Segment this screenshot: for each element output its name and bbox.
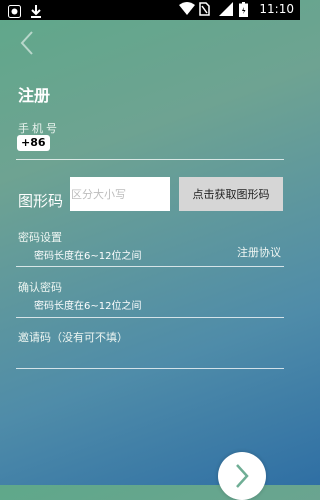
back-chevron-icon[interactable]: [18, 30, 40, 56]
phone-underline: [16, 159, 284, 160]
password-input[interactable]: 密码长度在6~12位之间: [34, 247, 141, 262]
confirm-password-label: 确认密码: [18, 281, 62, 294]
sim-icon: [199, 2, 213, 16]
signal-icon: [219, 2, 234, 16]
app-notification-icon: [8, 3, 22, 18]
page-title: 注册: [18, 86, 51, 105]
chevron-right-icon: [236, 464, 249, 488]
captcha-label: 图形码: [18, 192, 64, 210]
invite-underline: [16, 368, 284, 369]
confirm-password-underline: [16, 317, 284, 318]
password-label: 密码设置: [18, 231, 62, 244]
agreement-link[interactable]: 注册协议: [237, 244, 281, 260]
password-underline: [16, 266, 284, 267]
phone-label: 手机号: [18, 122, 60, 135]
status-bar: 11:10: [0, 0, 300, 20]
next-button[interactable]: [218, 452, 266, 500]
battery-icon: [239, 2, 253, 17]
confirm-password-input[interactable]: 密码长度在6~12位之间: [34, 297, 141, 312]
captcha-input[interactable]: [70, 177, 170, 211]
status-time: 11:10: [259, 2, 294, 16]
country-code-selector[interactable]: +86: [17, 135, 50, 151]
invite-code-input[interactable]: 邀请码（没有可不填）: [18, 329, 128, 345]
wifi-icon: [179, 2, 196, 16]
get-captcha-button[interactable]: 点击获取图形码: [179, 177, 283, 211]
download-icon: [30, 3, 44, 18]
